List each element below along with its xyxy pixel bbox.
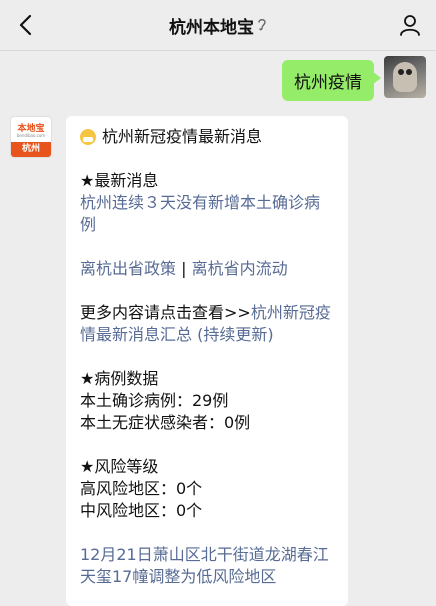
- leave-province-policy-link[interactable]: 离杭出省政策: [80, 259, 176, 278]
- latest-heading: ★最新消息: [80, 171, 159, 190]
- owl-eye: [406, 69, 412, 75]
- outgoing-message-row: 杭州疫情: [282, 56, 426, 101]
- brand-logo-url: bendibao.com: [16, 133, 46, 138]
- owl-eye: [398, 69, 404, 75]
- high-risk-areas: 高风险地区：0个: [80, 479, 203, 498]
- medium-risk-areas: 中风险地区：0个: [80, 501, 203, 520]
- message-title-text: 杭州新冠疫情最新消息: [102, 127, 263, 146]
- chat-title: 杭州本地宝: [169, 13, 267, 38]
- risk-adjustment-link[interactable]: 12月21日萧山区北干街道龙湖春江天玺17幢调整为低风险地区: [80, 544, 334, 588]
- brand-avatar[interactable]: 本地宝 bendibao.com 杭州: [10, 116, 52, 158]
- confirmed-cases: 本土确诊病例：29例: [80, 391, 229, 410]
- profile-icon[interactable]: [398, 13, 422, 37]
- chat-title-text: 杭州本地宝: [169, 17, 254, 38]
- ear-icon: [257, 17, 267, 34]
- policy-links: 离杭出省政策 | 离杭省内流动: [80, 258, 334, 280]
- message-title: 杭州新冠疫情最新消息: [80, 126, 334, 148]
- more-info: 更多内容请点击查看>>杭州新冠疫情最新消息汇总 (持续更新): [80, 302, 334, 346]
- outgoing-message-bubble[interactable]: 杭州疫情: [282, 60, 381, 101]
- policy-separator: |: [181, 259, 187, 278]
- risk-section: ★风险等级 高风险地区：0个 中风险地区：0个: [80, 456, 334, 522]
- latest-news-link[interactable]: 杭州连续３天没有新增本土确诊病例: [80, 192, 334, 236]
- incoming-message-row: 本地宝 bendibao.com 杭州 杭州新冠疫情最新消息 ★最新消息 杭州连…: [10, 116, 348, 606]
- back-arrow-icon[interactable]: [14, 14, 36, 36]
- asymptomatic-cases: 本土无症状感染者：0例: [80, 413, 251, 432]
- more-info-prefix: 更多内容请点击查看>>: [80, 303, 251, 322]
- cases-section: ★病例数据 本土确诊病例：29例 本土无症状感染者：0例: [80, 368, 334, 434]
- chat-header: 杭州本地宝: [0, 0, 436, 51]
- incoming-message-bubble: 杭州新冠疫情最新消息 ★最新消息 杭州连续３天没有新增本土确诊病例 离杭出省政策…: [66, 116, 348, 606]
- cases-heading: ★病例数据: [80, 369, 159, 388]
- brand-logo-city: 杭州: [11, 142, 51, 157]
- user-avatar[interactable]: [384, 56, 426, 98]
- risk-heading: ★风险等级: [80, 457, 159, 476]
- owl-image: [393, 62, 417, 92]
- mask-face-icon: [80, 129, 96, 145]
- outgoing-message-text: 杭州疫情: [294, 73, 362, 93]
- latest-section: ★最新消息 杭州连续３天没有新增本土确诊病例: [80, 170, 334, 236]
- in-province-flow-link[interactable]: 离杭省内流动: [192, 259, 288, 278]
